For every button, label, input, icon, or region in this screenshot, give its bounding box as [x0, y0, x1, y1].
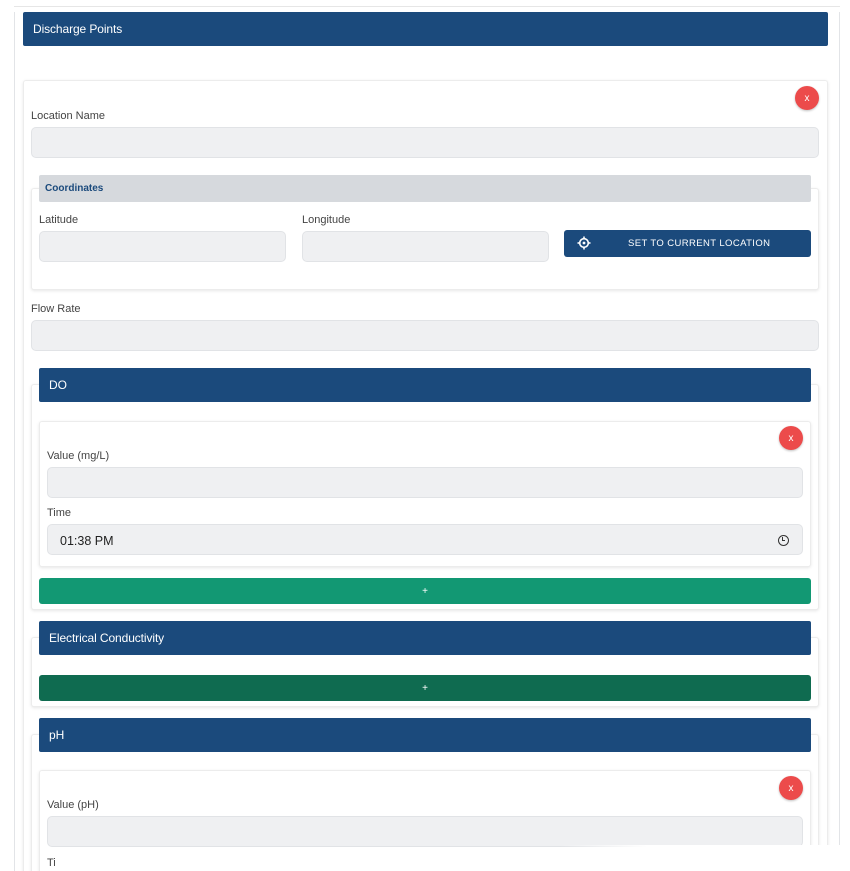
longitude-input[interactable] [302, 231, 549, 262]
crosshair-icon [577, 236, 591, 250]
ph-time-label: Ti [47, 857, 56, 869]
add-do-reading-button[interactable]: + [39, 578, 811, 604]
latitude-label: Latitude [39, 214, 79, 226]
ph-section-title: pH [49, 728, 65, 742]
page-title-text: Discharge Points [33, 22, 123, 36]
clock-icon[interactable] [778, 535, 789, 546]
ph-section-header: pH [39, 718, 811, 752]
plus-icon: + [422, 682, 428, 694]
do-value-label: Value (mg/L) [47, 450, 110, 462]
do-time-label: Time [47, 507, 72, 519]
longitude-label: Longitude [302, 214, 351, 226]
ph-value-input[interactable] [47, 816, 803, 847]
coordinates-header-text: Coordinates [45, 183, 104, 194]
close-icon: x [804, 92, 810, 104]
coordinates-header: Coordinates [39, 175, 811, 202]
close-icon: x [788, 782, 794, 794]
page-title: Discharge Points [23, 12, 828, 46]
ec-section-header: Electrical Conductivity [39, 621, 811, 655]
ec-section-title: Electrical Conductivity [49, 631, 165, 645]
do-time-value: 01:38 PM [60, 533, 114, 548]
remove-discharge-point-button[interactable]: x [795, 86, 819, 110]
plus-icon: + [422, 585, 428, 597]
flow-rate-input[interactable] [31, 320, 819, 351]
location-name-input[interactable] [31, 127, 819, 158]
do-section-title: DO [49, 378, 67, 392]
do-value-input[interactable] [47, 467, 803, 498]
remove-ph-entry-button[interactable]: x [779, 776, 803, 800]
top-divider [14, 6, 840, 7]
set-current-location-label: SET TO CURRENT LOCATION [628, 238, 771, 249]
ph-value-label: Value (pH) [47, 799, 99, 811]
set-current-location-button[interactable]: SET TO CURRENT LOCATION [564, 230, 811, 257]
do-time-input[interactable]: 01:38 PM [47, 524, 803, 555]
close-icon: x [788, 432, 794, 444]
location-name-label: Location Name [31, 110, 105, 122]
flow-rate-label: Flow Rate [31, 303, 81, 315]
do-section-header: DO [39, 368, 811, 402]
latitude-input[interactable] [39, 231, 286, 262]
add-ec-reading-button[interactable]: + [39, 675, 811, 701]
remove-do-entry-button[interactable]: x [779, 426, 803, 450]
scroll-fade [560, 845, 850, 871]
